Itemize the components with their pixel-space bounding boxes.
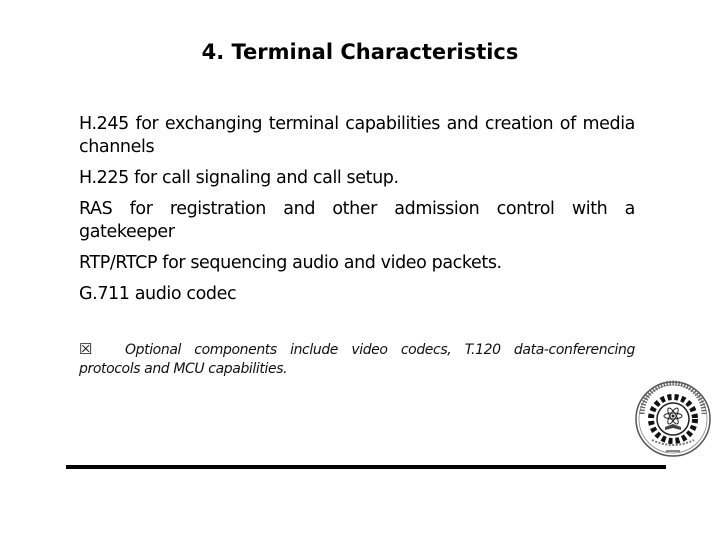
checkbox-x-icon: ☒ — [79, 340, 93, 358]
note-text: Optional components include video codecs… — [79, 342, 635, 377]
slide-title: 4. Terminal Characteristics — [201, 40, 519, 64]
optional-note: ☒ Optional components include video codec… — [79, 340, 635, 379]
list-item: H.245 for exchanging terminal capabiliti… — [79, 114, 635, 157]
footer-divider — [66, 465, 666, 469]
list-item: H.225 for call signaling and call setup. — [79, 168, 399, 188]
list-item: G.711 audio codec — [79, 284, 237, 304]
bullet-list: H.245 for exchanging terminal capabiliti… — [79, 113, 635, 314]
list-item: RTP/RTCP for sequencing audio and video … — [79, 253, 502, 273]
list-item: RAS for registration and other admission… — [79, 199, 635, 242]
institute-seal-icon — [628, 378, 718, 460]
